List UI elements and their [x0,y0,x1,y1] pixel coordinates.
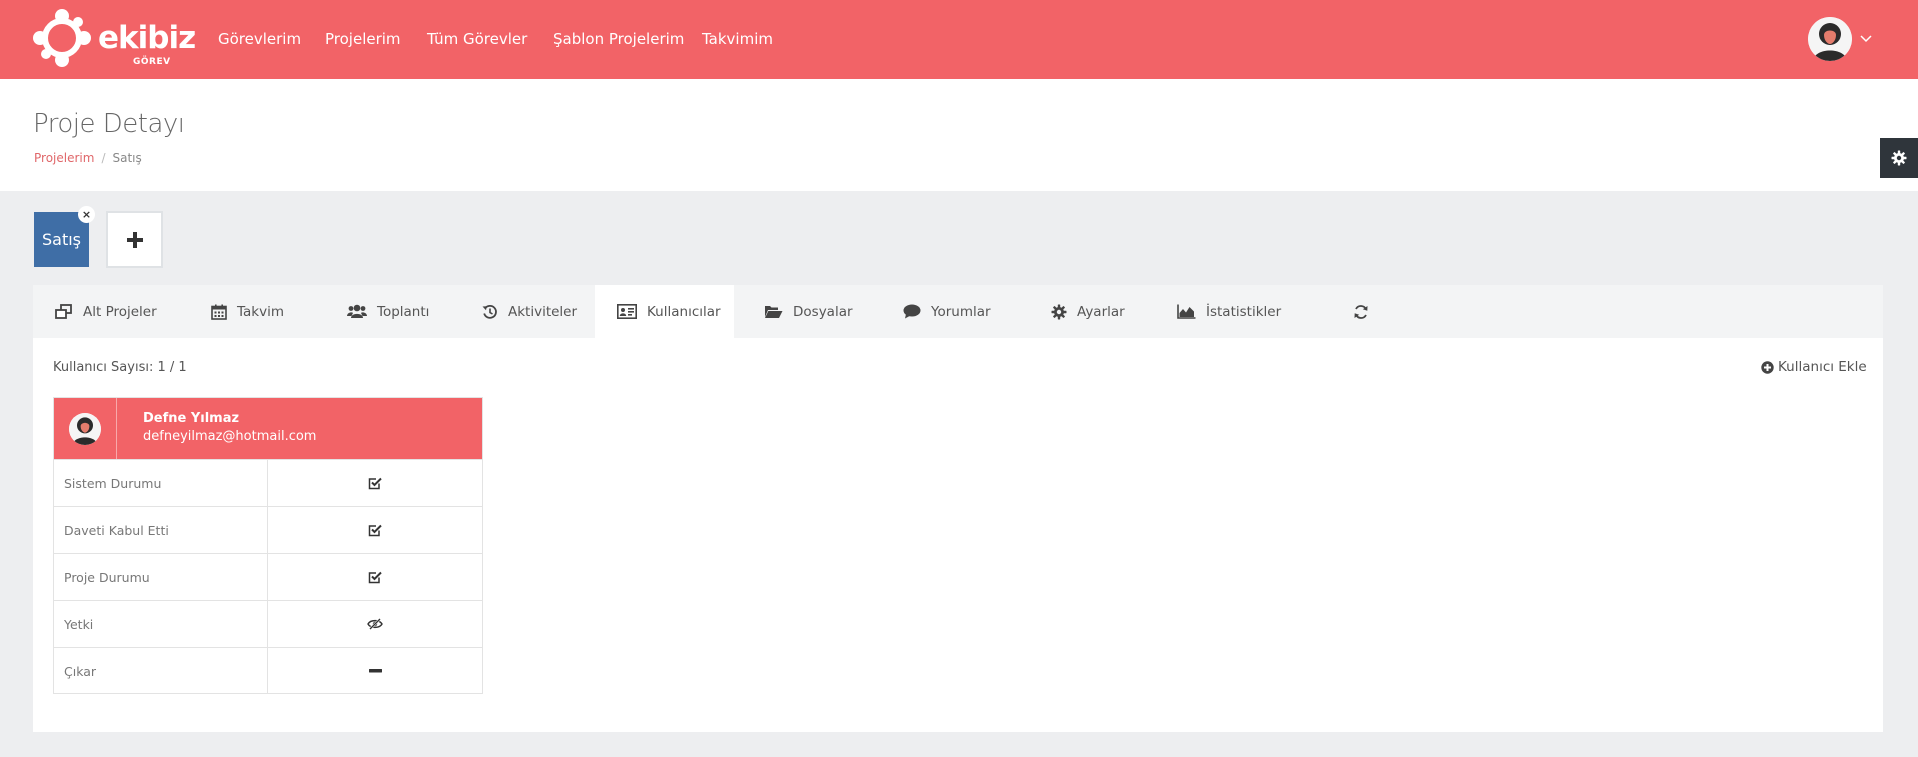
plus-circle-icon [1761,360,1774,374]
table-row: Yetki [54,600,482,647]
brand-name: ekibiz [98,20,196,56]
page-header: Proje Detayı Projelerim / Satış [0,79,1918,191]
tab-aktiviteler[interactable]: Aktiviteler [482,285,577,338]
breadcrumb-projelerim[interactable]: Projelerim [34,151,94,165]
check-square-icon [368,524,382,537]
avatar [69,412,101,445]
project-status-toggle[interactable] [268,554,482,600]
nav-item-takvimim[interactable]: Takvimim [702,30,773,48]
tab-istatistikler[interactable]: İstatistikler [1177,285,1281,338]
eye-slash-icon [367,618,383,630]
tab-yorumlar[interactable]: Yorumlar [903,285,991,338]
tab-dosyalar[interactable]: Dosyalar [764,285,853,338]
top-navbar: ekibiz GÖREV Görevlerim Projelerim Tüm G… [0,0,1918,79]
logo-icon [33,9,91,67]
chevron-down-icon[interactable] [1858,30,1874,46]
invite-accepted-toggle[interactable] [268,507,482,553]
row-label-sistem-durumu: Sistem Durumu [54,460,268,506]
tab-toplanti[interactable]: Toplantı [347,285,429,338]
user-name: Defne Yılmaz [143,411,240,426]
row-label-daveti-kabul-etti: Daveti Kabul Etti [54,507,268,553]
check-square-icon [368,477,382,490]
breadcrumb: Projelerim / Satış [34,151,142,165]
table-row: Daveti Kabul Etti [54,506,482,553]
tab-label: Yorumlar [931,303,991,320]
project-tabbar: Alt Projeler Takvim Toplantı Aktiviteler… [33,285,1883,338]
minus-icon [368,669,382,673]
refresh-icon [1354,304,1368,319]
history-icon [482,304,497,319]
nav-item-tum-gorevler[interactable]: Tüm Görevler [427,30,527,48]
user-card: Defne Yılmaz defneyilmaz@hotmail.com Sis… [53,397,483,694]
user-silhouette-icon [1808,17,1852,61]
clone-icon [55,303,72,319]
user-count: Kullanıcı Sayısı: 1 / 1 [53,360,187,375]
refresh-button[interactable] [1353,285,1379,338]
breadcrumb-separator: / [101,151,106,165]
user-silhouette-icon [69,412,101,445]
user-avatar[interactable] [1808,17,1852,61]
area-chart-icon [1177,304,1196,319]
users-icon [347,304,367,318]
row-label-cikar: Çıkar [54,648,268,694]
comment-icon [903,304,921,319]
tab-kullanicilar[interactable]: Kullanıcılar [595,285,734,338]
brand-logo[interactable]: ekibiz GÖREV [30,6,196,74]
tab-label: Takvim [237,303,284,320]
folder-open-icon [765,306,783,318]
add-project-tab-button[interactable] [106,211,163,268]
add-user-button[interactable]: Kullanıcı Ekle [1761,359,1867,375]
row-label-yetki: Yetki [54,601,268,647]
gear-icon [1051,304,1067,319]
tab-label: Kullanıcılar [647,303,721,320]
table-row: Çıkar [54,647,482,694]
theme-settings-button[interactable] [1880,138,1918,178]
nav-item-gorevlerim[interactable]: Görevlerim [218,30,301,48]
tab-label: Toplantı [377,303,430,320]
table-row: Sistem Durumu [54,459,482,506]
check-square-icon [368,571,382,584]
nav-item-sablon-projelerim[interactable]: Şablon Projelerim [553,30,684,48]
tab-takvim[interactable]: Takvim [211,285,284,338]
brand-sub: GÖREV [133,57,171,67]
system-status-toggle[interactable] [268,460,482,506]
row-label-proje-durumu: Proje Durumu [54,554,268,600]
user-card-avatar-cell [54,398,117,459]
tab-label: İstatistikler [1206,303,1282,320]
remove-user-button[interactable] [268,648,482,694]
user-email: defneyilmaz@hotmail.com [143,429,317,444]
breadcrumb-current: Satış [112,151,142,165]
tab-ayarlar[interactable]: Ayarlar [1051,285,1125,338]
table-row: Proje Durumu [54,553,482,600]
tab-label: Alt Projeler [83,303,157,320]
calendar-icon [211,304,227,320]
tab-label: Dosyalar [793,303,853,320]
add-user-label: Kullanıcı Ekle [1778,359,1867,375]
page-title: Proje Detayı [33,109,185,139]
plus-icon [126,231,143,248]
id-card-icon [617,304,637,319]
nav-item-projelerim[interactable]: Projelerim [325,30,401,48]
user-card-header: Defne Yılmaz defneyilmaz@hotmail.com [54,398,482,459]
tab-label: Ayarlar [1077,303,1125,320]
tab-label: Aktiviteler [508,303,578,320]
tab-alt-projeler[interactable]: Alt Projeler [55,285,157,338]
permission-toggle[interactable] [268,601,482,647]
gear-icon [1891,150,1907,166]
close-project-tab-button[interactable]: × [78,206,95,223]
